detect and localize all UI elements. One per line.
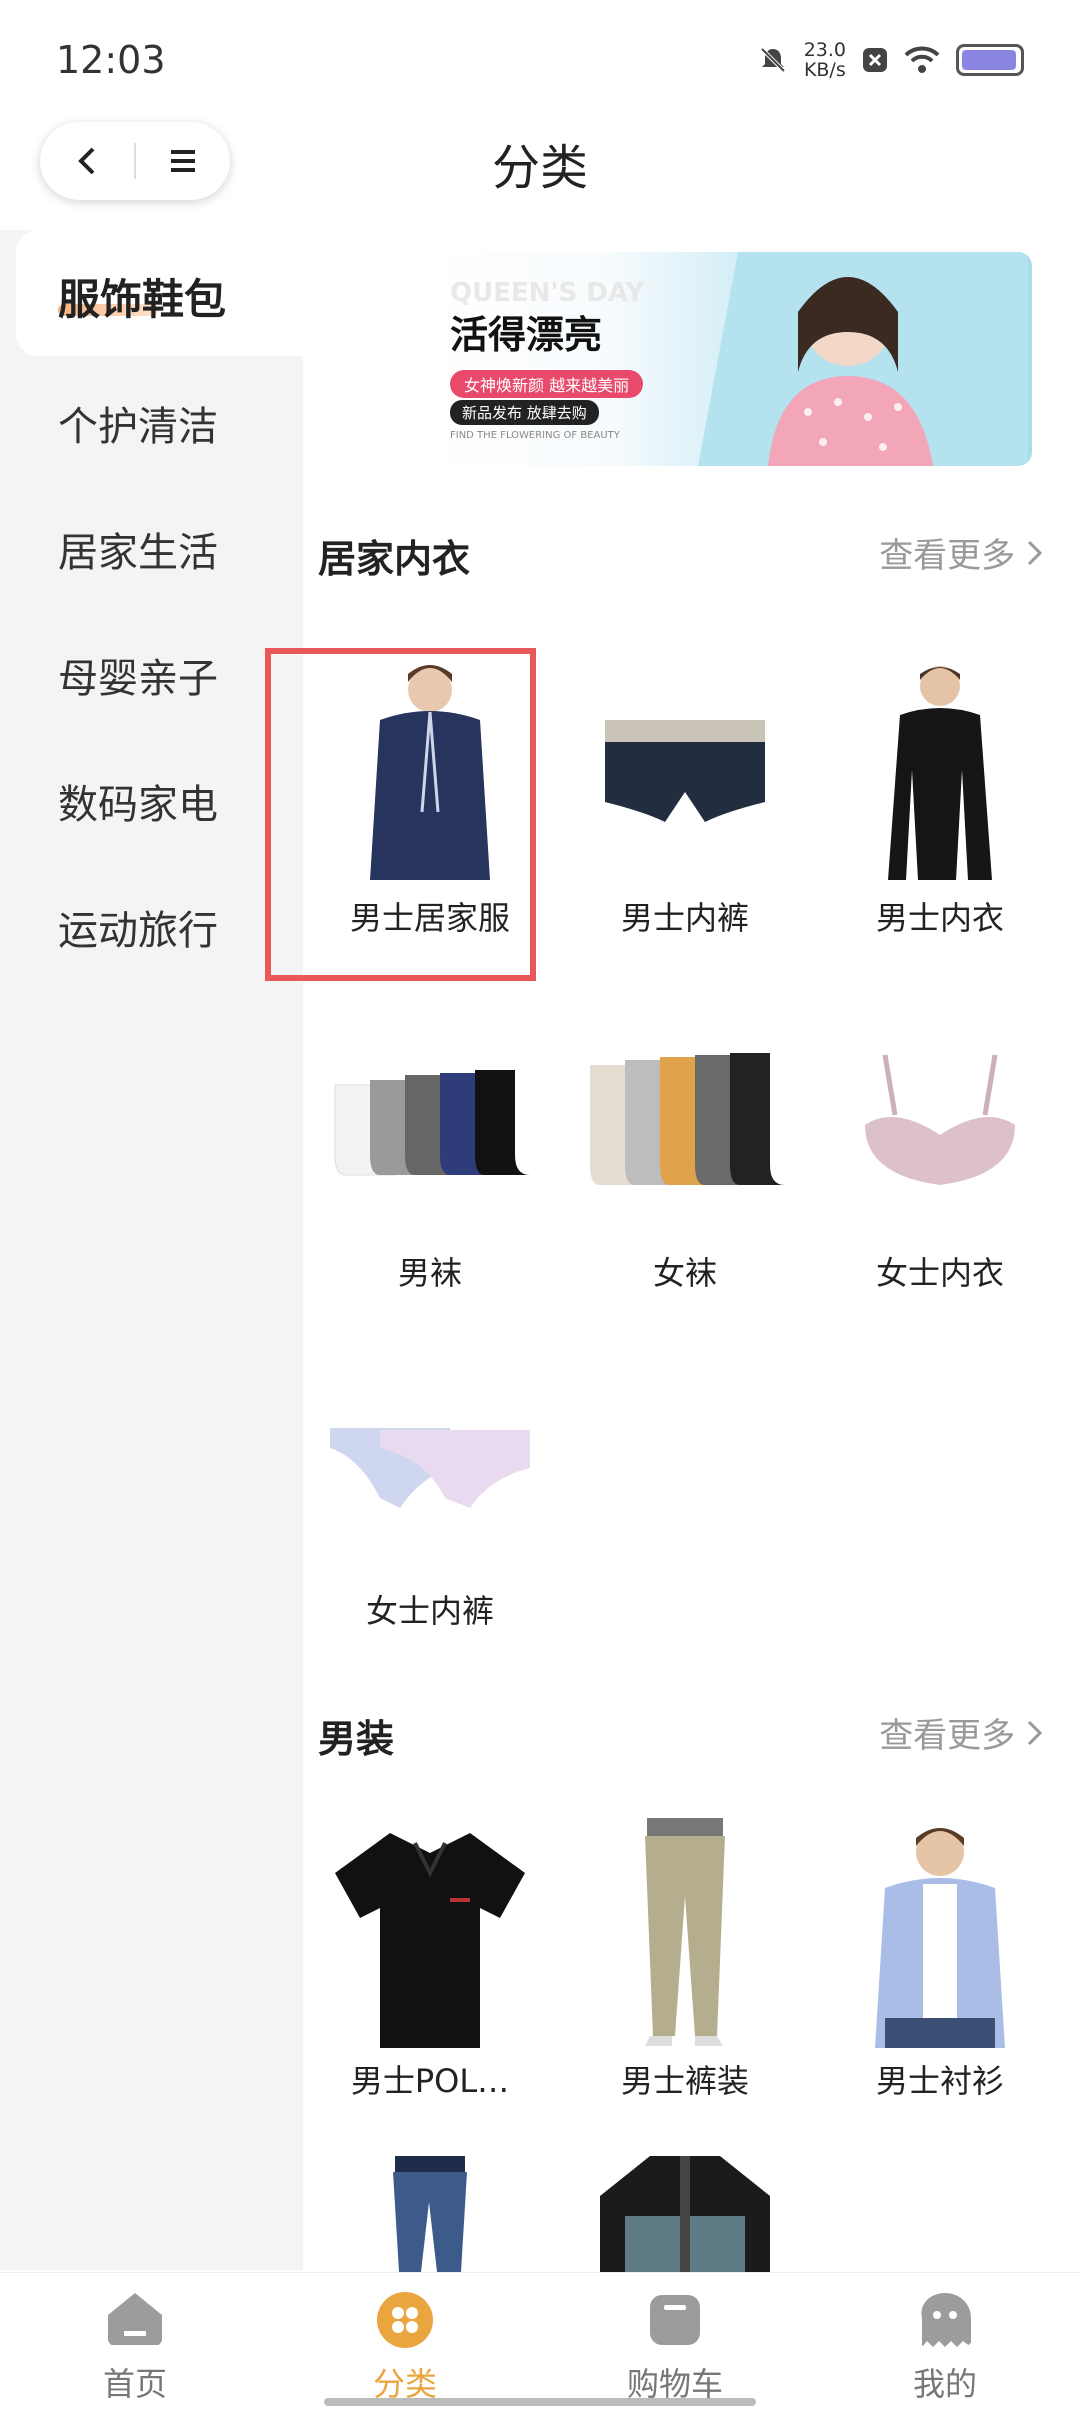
category-item[interactable]: 男士内裤 (550, 655, 820, 939)
chevron-right-icon (1027, 1720, 1043, 1746)
sidebar-item-personal-care[interactable]: 个护清洁 (58, 394, 218, 452)
category-item[interactable] (550, 2156, 820, 2272)
see-more-link[interactable]: 查看更多 (879, 528, 1044, 577)
category-icon (377, 2292, 433, 2348)
long-sleeve-top-image (830, 655, 1050, 885)
item-label: 男袜 (397, 1254, 462, 1292)
model-image (698, 252, 1028, 466)
banner-title: 活得漂亮 (450, 313, 603, 357)
section-title: 男装 (318, 1717, 395, 1761)
sidebar-item-mother-baby[interactable]: 母婴亲子 (58, 646, 218, 704)
category-item[interactable]: 男士POL… (295, 1818, 565, 2102)
sidebar-item-sports-travel[interactable]: 运动旅行 (58, 898, 218, 956)
category-item[interactable]: 男士裤装 (550, 1818, 820, 2102)
down-jacket-image (575, 2156, 795, 2272)
item-label: 女士内衣 (875, 1254, 1004, 1292)
shirt-image (830, 1818, 1050, 2048)
tab-home[interactable]: 首页 (35, 2291, 235, 2405)
category-item[interactable]: 男袜 (295, 1010, 565, 1294)
bottom-tab-bar: 首页 分类 购物车 我的 (0, 2272, 1080, 2409)
item-label: 女袜 (652, 1254, 717, 1292)
chevron-right-icon (1027, 540, 1043, 566)
category-item[interactable]: 女士内裤 (295, 1348, 565, 1632)
selection-highlight (265, 648, 536, 981)
item-label: 男士内裤 (620, 899, 749, 937)
home-indicator (324, 2398, 756, 2406)
item-label: 男士衬衫 (875, 2062, 1004, 2100)
wifi-icon (904, 46, 940, 73)
panties-image (320, 1348, 540, 1578)
womens-socks-image (575, 1010, 795, 1240)
briefs-image (575, 655, 795, 885)
status-bar: 12:03 23.0 KB/s (0, 0, 1080, 120)
close-box-icon (863, 48, 887, 72)
tab-cart[interactable]: 购物车 (575, 2291, 775, 2405)
home-icon (108, 2293, 162, 2345)
status-icons: 23.0 KB/s (758, 40, 1024, 80)
net-speed: 23.0 KB/s (803, 39, 846, 81)
item-label: 男士裤装 (620, 2062, 749, 2100)
category-item[interactable]: 女士内衣 (805, 1010, 1075, 1294)
item-label: 男士内衣 (875, 899, 1004, 937)
category-item[interactable]: 女袜 (550, 1010, 820, 1294)
tab-profile[interactable]: 我的 (845, 2291, 1045, 2405)
cart-icon (650, 2295, 700, 2345)
jeans-image (320, 2156, 540, 2272)
sidebar-item-label: 服饰鞋包 (58, 275, 227, 324)
sidebar-item-home-living[interactable]: 居家生活 (58, 520, 218, 578)
promo-banner[interactable]: QUEEN'S DAY 活得漂亮 女神焕新颜 越来越美丽 新品发布 放肆去购 F… (428, 252, 1032, 466)
bra-image (830, 1010, 1050, 1240)
tab-category[interactable]: 分类 (305, 2291, 505, 2405)
see-more-link[interactable]: 查看更多 (879, 1708, 1044, 1757)
battery-icon (956, 44, 1024, 76)
item-label: 男士POL… (350, 2062, 510, 2100)
status-time: 12:03 (56, 38, 166, 82)
trousers-image (575, 1818, 795, 2048)
banner-caption: FIND THE FLOWERING OF BEAUTY (450, 430, 620, 441)
category-item[interactable] (295, 2156, 565, 2272)
sidebar-item-digital[interactable]: 数码家电 (58, 772, 218, 830)
profile-icon (921, 2293, 971, 2347)
item-label: 女士内裤 (365, 1592, 494, 1630)
category-item[interactable]: 男士衬衫 (805, 1818, 1075, 2102)
category-item[interactable]: 男士内衣 (805, 655, 1075, 939)
page-title: 分类 (491, 140, 588, 196)
polo-shirt-image (320, 1818, 540, 2048)
section-title: 居家内衣 (318, 537, 471, 581)
mens-socks-image (320, 1010, 540, 1240)
mute-bell-icon (760, 47, 786, 73)
banner-tag: 新品发布 放肆去购 (450, 400, 599, 425)
banner-tag: 女神焕新颜 越来越美丽 (450, 370, 644, 398)
